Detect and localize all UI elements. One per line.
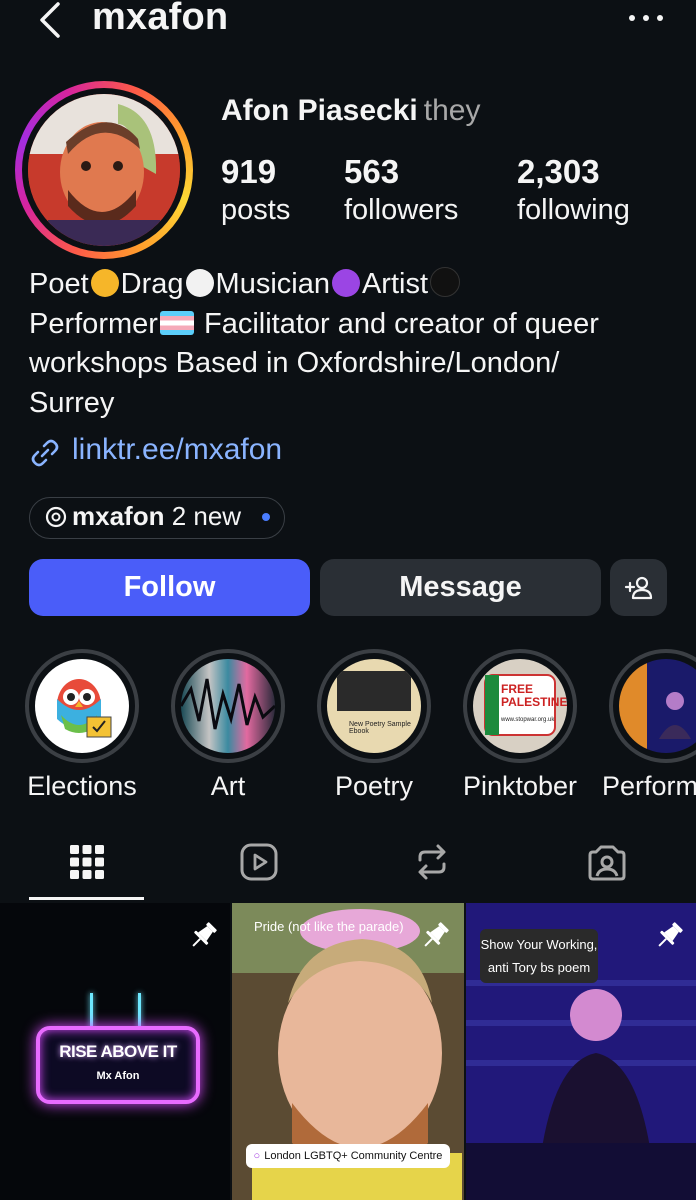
highlight-label: Art bbox=[210, 771, 246, 801]
bio-word: Drag bbox=[120, 268, 184, 300]
post-caption: Show Your Working, anti Tory bs poem bbox=[480, 929, 598, 983]
highlight-label: Pinktober bbox=[462, 771, 578, 801]
highlight-label: Perform bbox=[602, 771, 696, 801]
highlight-label: Poetry bbox=[334, 771, 414, 801]
highlight-pinktober[interactable]: FREE PALESTINE www.stopwar.org.uk bbox=[463, 649, 577, 763]
grid-icon[interactable] bbox=[67, 842, 107, 882]
bio-word: Poet bbox=[29, 268, 89, 300]
post-title: RISE ABOVE IT bbox=[59, 1042, 177, 1061]
posts-count: 919 posts bbox=[221, 152, 290, 228]
profile-bio: Poet Drag Musician Artist Performer Facilit… bbox=[29, 265, 679, 423]
follow-button[interactable]: Follow bbox=[29, 559, 310, 616]
following-count[interactable]: 2,303 following bbox=[517, 152, 630, 228]
location-sticker: ○ London LGBTQ+ Community Centre bbox=[246, 1144, 450, 1168]
bio-word: Musician bbox=[215, 268, 330, 300]
bio-text: Facilitator and creator of queer bbox=[195, 307, 599, 340]
post-tile[interactable]: Pride (not like the parade) ○ London LGBT… bbox=[232, 903, 464, 1200]
location-label: London LGBTQ+ Community Centre bbox=[264, 1150, 443, 1162]
free-palestine-text: FREE PALESTINE bbox=[501, 682, 567, 709]
trans-flag-icon bbox=[159, 310, 194, 335]
highlight-label: Elections bbox=[27, 771, 137, 801]
reels-icon[interactable] bbox=[239, 842, 279, 882]
highlight-perform[interactable] bbox=[609, 649, 696, 763]
highlight-elections[interactable] bbox=[25, 649, 139, 763]
caption-line: anti Tory bs poem bbox=[487, 960, 591, 975]
poetry-ebook-label: New Poetry Sample Ebook bbox=[349, 721, 411, 735]
followers-count[interactable]: 563 followers bbox=[344, 152, 458, 228]
active-tab-indicator bbox=[29, 897, 144, 900]
soundwave-art-icon bbox=[181, 678, 275, 730]
profile-name: Afon Piasecki they bbox=[221, 94, 480, 128]
stat-value: 919 bbox=[221, 153, 277, 190]
reposts-icon[interactable] bbox=[412, 842, 452, 882]
pin-icon bbox=[424, 922, 449, 947]
post-tile[interactable]: Show Your Working, anti Tory bs poem bbox=[466, 903, 696, 1200]
owl-ballot-icon bbox=[57, 679, 112, 738]
white-heart-icon bbox=[185, 269, 214, 297]
new-dot bbox=[262, 513, 270, 521]
pronouns: they bbox=[423, 94, 481, 127]
bio-text: Surrey bbox=[29, 386, 115, 419]
back-chevron-icon[interactable] bbox=[30, 0, 70, 40]
tagged-icon[interactable] bbox=[587, 842, 627, 882]
suggest-people-button[interactable] bbox=[610, 559, 667, 616]
bio-word: Performer bbox=[29, 307, 158, 340]
bio-text: workshops Based in Oxfordshire/London/ bbox=[29, 347, 560, 379]
post-subtitle: Mx Afon bbox=[96, 1070, 140, 1082]
neon-sign: RISE ABOVE IT Mx Afon bbox=[36, 1026, 200, 1104]
pin-icon bbox=[658, 922, 683, 947]
post-caption: Pride (not like the parade) bbox=[254, 919, 404, 934]
link-icon bbox=[31, 439, 59, 467]
yellow-heart-icon bbox=[90, 269, 119, 297]
more-options-icon[interactable] bbox=[626, 8, 666, 28]
threads-handle: mxafon bbox=[72, 501, 165, 531]
stat-label: following bbox=[517, 194, 630, 226]
bio-link[interactable]: linktr.ee/mxafon bbox=[72, 433, 282, 467]
highlight-art[interactable] bbox=[171, 649, 285, 763]
threads-new-count: 2 new bbox=[171, 501, 242, 531]
purple-heart-icon bbox=[331, 269, 360, 297]
post-tile[interactable]: RISE ABOVE IT Mx Afon bbox=[0, 903, 230, 1200]
stat-label: followers bbox=[344, 194, 459, 226]
stat-value: 563 bbox=[344, 153, 400, 190]
display-name: Afon Piasecki bbox=[221, 94, 418, 127]
stopwar-url: www.stopwar.org.uk bbox=[501, 717, 555, 723]
message-button[interactable]: Message bbox=[320, 559, 601, 616]
add-user-icon bbox=[624, 576, 652, 599]
black-heart-icon bbox=[430, 267, 461, 297]
avatar[interactable] bbox=[28, 94, 180, 246]
highlight-poetry[interactable]: New Poetry Sample Ebook bbox=[317, 649, 431, 763]
location-pin-icon: ○ bbox=[253, 1150, 261, 1162]
threads-icon bbox=[45, 506, 67, 528]
stat-value: 2,303 bbox=[517, 153, 600, 190]
bio-word: Artist bbox=[361, 268, 429, 300]
stat-label: posts bbox=[221, 194, 291, 226]
threads-label: mxafon 2 new bbox=[72, 501, 241, 532]
profile-handle-title: mxafon bbox=[92, 0, 229, 38]
pin-icon bbox=[192, 922, 217, 947]
caption-line: Show Your Working, bbox=[480, 937, 598, 952]
